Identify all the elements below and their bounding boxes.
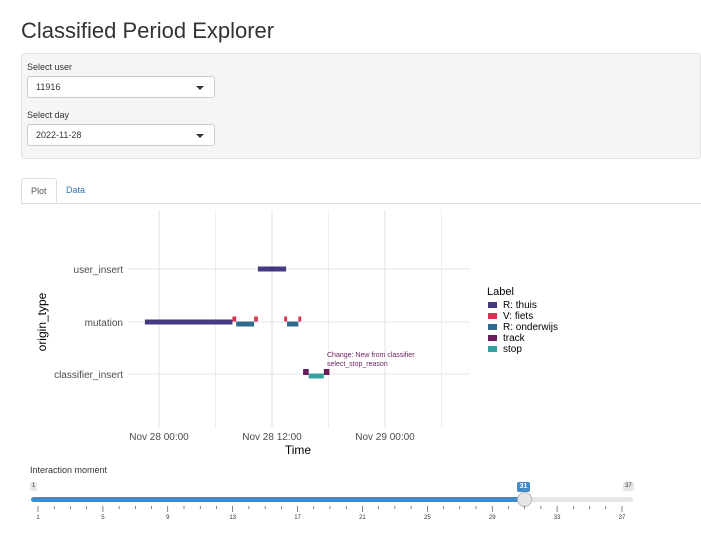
x-tick-label: Nov 29 00:00 — [355, 432, 415, 443]
y-axis-title: origin_type — [35, 292, 49, 351]
slider-tick-label: 37 — [619, 515, 626, 521]
segment-vfiets — [284, 316, 288, 322]
legend-swatch — [488, 346, 497, 352]
segment-vfiets — [298, 316, 302, 322]
input-panel: Select user 11916 Select day 2022-11-28 — [21, 53, 701, 159]
day-select-value: 2022-11-28 — [36, 130, 82, 140]
interaction-slider[interactable]: 1 5 9 13 17 21 25 29 33 37 — [0, 490, 701, 530]
day-select-label: Select day — [27, 110, 70, 120]
slider-tick-label: 17 — [294, 515, 301, 521]
slider-tick-label: 13 — [229, 515, 236, 521]
segment-track — [323, 369, 330, 375]
tab-data[interactable]: Data — [57, 178, 94, 202]
x-axis-title: Time — [285, 443, 312, 457]
legend-swatch — [488, 302, 497, 308]
annotation-line-1: Change: New from classifier — [327, 352, 415, 359]
slider-fill — [31, 497, 525, 502]
legend-swatch — [488, 313, 497, 319]
user-select[interactable]: 11916 — [27, 76, 215, 98]
gantt-chart: user_insert mutation classifier_insert Nov… — [35, 210, 558, 457]
user-select-label: Select user — [27, 62, 73, 72]
segment-rthuis — [144, 319, 233, 325]
legend-swatch — [488, 335, 497, 341]
segment-ronderwijs — [236, 321, 255, 327]
legend-title: Label — [487, 286, 514, 298]
x-tick-labels: Nov 28 00:00 Nov 28 12:00 Nov 29 00:00 — [129, 432, 415, 443]
page-title: Classified Period Explorer — [21, 18, 275, 43]
slider-tick-label: 9 — [166, 515, 170, 521]
slider-ticks: 1 5 9 13 17 21 25 29 33 37 — [36, 506, 626, 521]
tab-plot[interactable]: Plot — [21, 178, 57, 203]
day-select[interactable]: 2022-11-28 — [27, 124, 215, 146]
slider-tick-label: 25 — [424, 515, 431, 521]
x-tick-label: Nov 28 12:00 — [242, 432, 302, 443]
slider-tick-label: 33 — [554, 515, 561, 521]
y-tick-label: user_insert — [74, 265, 124, 276]
segment-vfiets — [254, 316, 258, 322]
segment-rthuis — [257, 266, 287, 272]
y-tick-label: mutation — [85, 318, 123, 329]
segment-vfiets — [232, 316, 237, 322]
slider-tick-label: 1 — [36, 515, 40, 521]
segment-stop — [308, 373, 324, 379]
slider-tick-label: 21 — [359, 515, 366, 521]
annotation-line-2: select_stop_reason — [327, 361, 388, 368]
legend-label: stop — [503, 344, 522, 355]
x-tick-label: Nov 28 00:00 — [129, 432, 189, 443]
chevron-down-icon — [196, 134, 204, 138]
legend-label: V: fiets — [503, 311, 533, 322]
user-select-value: 11916 — [36, 82, 61, 92]
slider-label: Interaction moment — [30, 465, 108, 475]
slider-tick-label: 5 — [101, 515, 105, 521]
legend-label: track — [503, 333, 526, 344]
chevron-down-icon — [196, 86, 204, 90]
y-tick-label: classifier_insert — [54, 370, 123, 381]
slider-handle[interactable] — [517, 492, 533, 507]
tab-bar: Plot Data — [21, 178, 701, 204]
segment-track — [303, 369, 309, 375]
y-tick-labels: user_insert mutation classifier_insert — [54, 265, 123, 381]
legend-label: R: onderwijs — [503, 322, 558, 333]
legend-swatch — [488, 324, 497, 330]
slider-tick-label: 29 — [489, 515, 496, 521]
legend: R: thuisV: fietsR: onderwijstrackstop — [488, 300, 558, 355]
segment-ronderwijs — [287, 321, 299, 327]
legend-label: R: thuis — [503, 300, 537, 311]
